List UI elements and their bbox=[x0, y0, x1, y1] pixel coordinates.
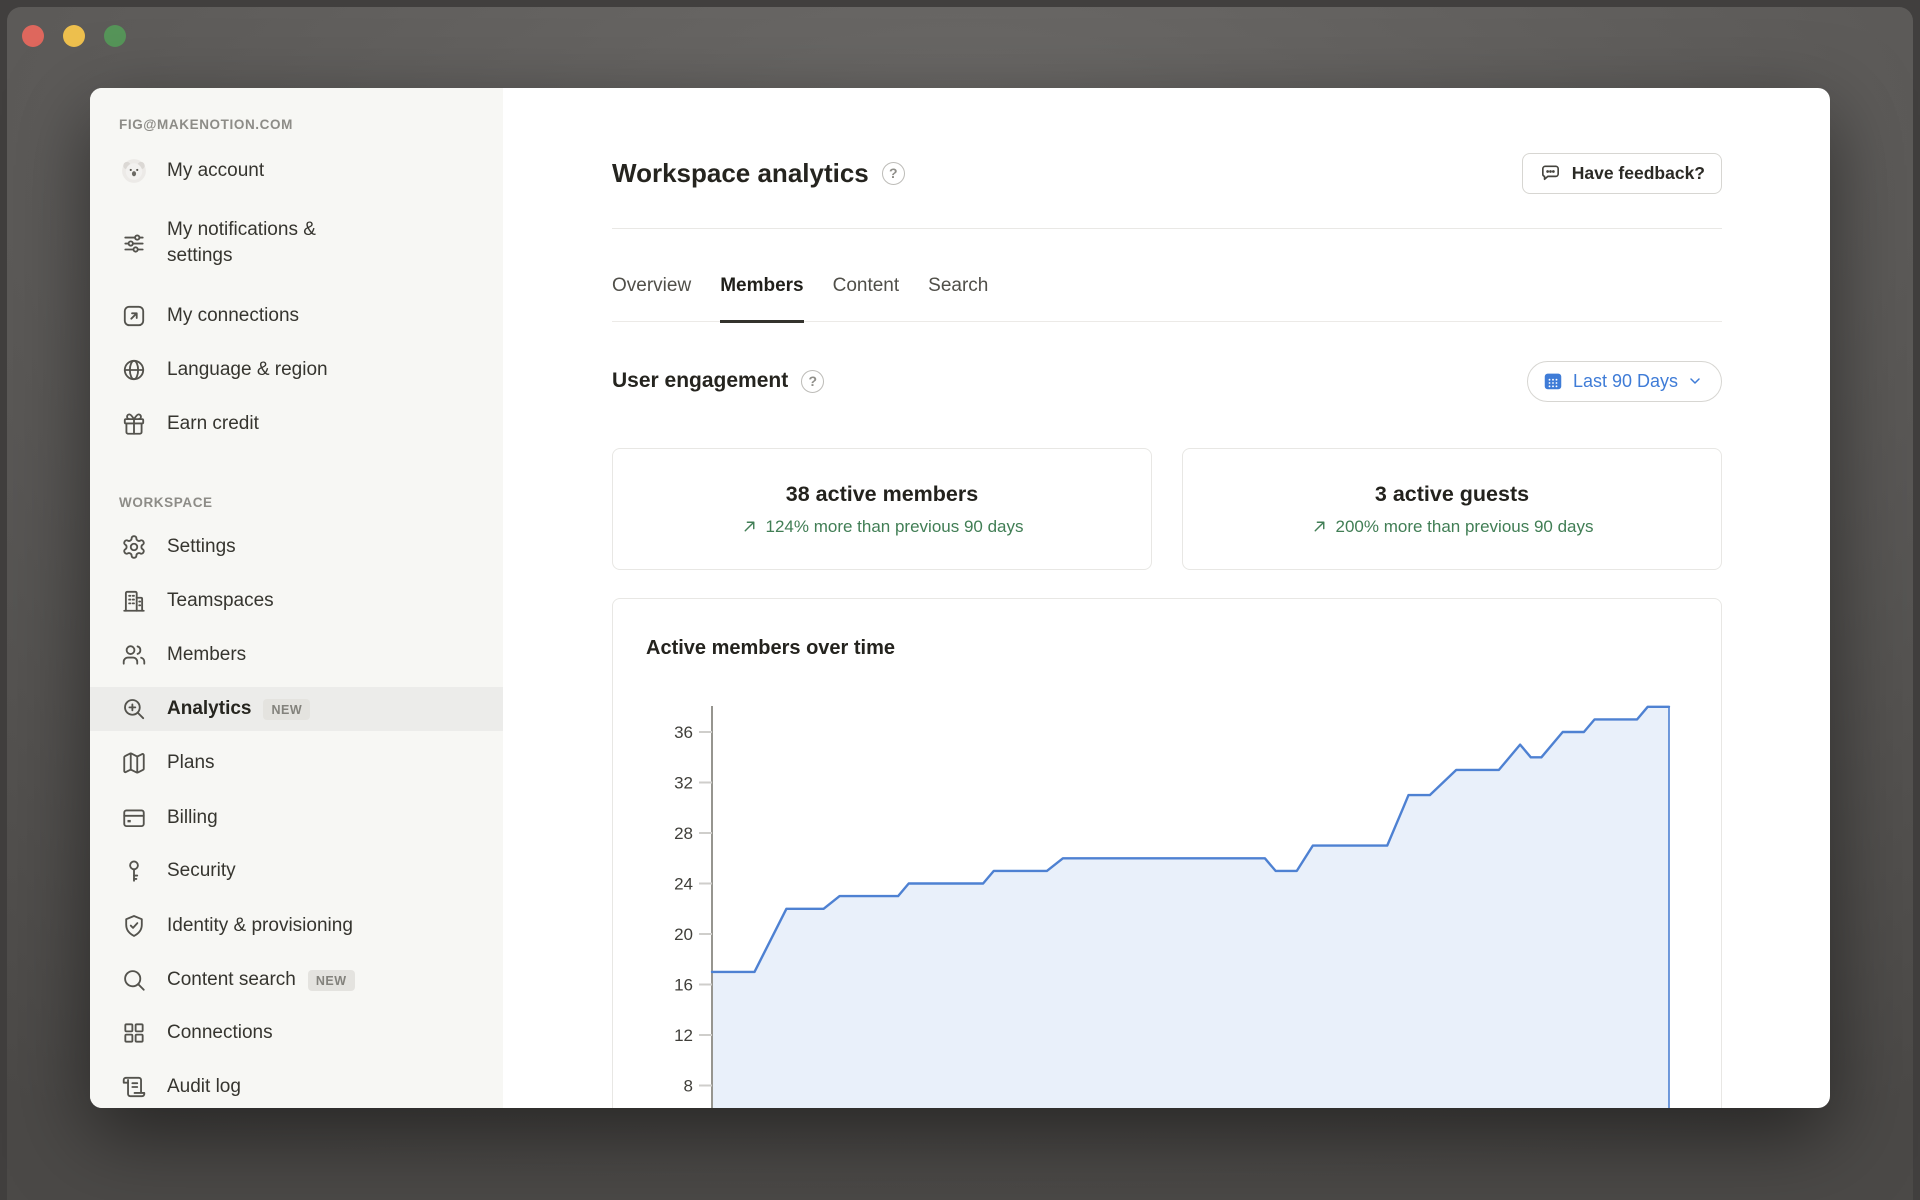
shield-check-icon bbox=[120, 913, 147, 940]
sidebar-item-billing[interactable]: Billing bbox=[90, 796, 503, 840]
sidebar-item-my-account[interactable]: My account bbox=[90, 149, 503, 193]
sidebar-item-label: Members bbox=[167, 644, 246, 666]
sidebar-item-label: My account bbox=[167, 160, 264, 182]
avatar-koala bbox=[120, 158, 147, 185]
help-icon[interactable]: ? bbox=[882, 162, 905, 185]
sidebar-item-label: Connections bbox=[167, 1022, 273, 1044]
globe-icon bbox=[120, 357, 147, 384]
sidebar-item-earn-credit[interactable]: Earn credit bbox=[90, 402, 503, 446]
svg-text:32: 32 bbox=[674, 774, 693, 793]
key-icon bbox=[120, 858, 147, 885]
trend-up-icon bbox=[741, 518, 758, 535]
sidebar-item-plans[interactable]: Plans bbox=[90, 741, 503, 785]
have-feedback-button[interactable]: Have feedback? bbox=[1522, 153, 1722, 194]
close-button[interactable] bbox=[22, 25, 44, 47]
sidebar-item-my-connections[interactable]: My connections bbox=[90, 294, 503, 338]
analytics-main-panel: Workspace analytics ? Have feedback? Ove… bbox=[503, 88, 1830, 1108]
active-members-card: 38 active members 124% more than previou… bbox=[612, 448, 1152, 570]
svg-text:16: 16 bbox=[674, 976, 693, 995]
svg-text:20: 20 bbox=[674, 925, 693, 944]
grid-icon bbox=[120, 1020, 147, 1047]
sidebar-item-label: Audit log bbox=[167, 1076, 241, 1098]
account-email: FIG@MAKENOTION.COM bbox=[119, 117, 293, 132]
scroll-icon bbox=[120, 1074, 147, 1101]
svg-text:28: 28 bbox=[674, 824, 693, 843]
stat-delta: 124% more than previous 90 days bbox=[766, 517, 1024, 537]
tab-overview[interactable]: Overview bbox=[612, 252, 691, 323]
tab-members[interactable]: Members bbox=[720, 252, 803, 323]
gift-icon bbox=[120, 411, 147, 438]
chart-title: Active members over time bbox=[646, 637, 895, 660]
svg-text:8: 8 bbox=[684, 1077, 693, 1096]
zoom-button[interactable] bbox=[104, 25, 126, 47]
sidebar-item-security[interactable]: Security bbox=[90, 849, 503, 893]
stat-value: 38 active members bbox=[786, 482, 978, 507]
sidebar-item-label: Identity & provisioning bbox=[167, 915, 353, 937]
sidebar-item-label: Language & region bbox=[167, 359, 328, 381]
section-title-user-engagement: User engagement bbox=[612, 369, 788, 393]
sidebar-item-members[interactable]: Members bbox=[90, 633, 503, 677]
header-divider bbox=[612, 228, 1722, 229]
svg-text:36: 36 bbox=[674, 723, 693, 742]
svg-text:24: 24 bbox=[674, 875, 693, 894]
have-feedback-label: Have feedback? bbox=[1572, 163, 1705, 184]
sidebar-item-label: Content search bbox=[167, 969, 296, 991]
stat-delta: 200% more than previous 90 days bbox=[1336, 517, 1594, 537]
tab-search[interactable]: Search bbox=[928, 252, 988, 323]
gear-icon bbox=[120, 534, 147, 561]
sidebar-item-identity-provisioning[interactable]: Identity & provisioning bbox=[90, 904, 503, 948]
sidebar-item-language-region[interactable]: Language & region bbox=[90, 348, 503, 392]
sidebar-item-label: My notifications & settings bbox=[167, 217, 379, 269]
sidebar-item-label: Plans bbox=[167, 752, 215, 774]
minimize-button[interactable] bbox=[63, 25, 85, 47]
people-icon bbox=[120, 642, 147, 669]
credit-card-icon bbox=[120, 805, 147, 832]
traffic-lights bbox=[22, 25, 126, 47]
sliders-icon bbox=[120, 230, 147, 257]
tab-content[interactable]: Content bbox=[833, 252, 900, 323]
sidebar-item-label: Security bbox=[167, 860, 236, 882]
chevron-down-icon bbox=[1687, 373, 1703, 389]
magnifier-plus-icon bbox=[120, 696, 147, 723]
analytics-tabs: Overview Members Content Search bbox=[612, 252, 1722, 322]
map-icon bbox=[120, 750, 147, 777]
magnifier-icon bbox=[120, 967, 147, 994]
sidebar-item-label: Billing bbox=[167, 807, 218, 829]
workspace-section-label: WORKSPACE bbox=[119, 495, 213, 510]
date-range-label: Last 90 Days bbox=[1573, 371, 1678, 392]
active-guests-card: 3 active guests 200% more than previous … bbox=[1182, 448, 1722, 570]
building-icon bbox=[120, 588, 147, 615]
screen: FIG@MAKENOTION.COM My account bbox=[0, 0, 1920, 1200]
sidebar-item-audit-log[interactable]: Audit log bbox=[90, 1065, 503, 1108]
help-icon[interactable]: ? bbox=[801, 370, 824, 393]
sidebar-item-label: My connections bbox=[167, 305, 299, 327]
page-title: Workspace analytics bbox=[612, 158, 869, 189]
sidebar-item-settings[interactable]: Settings bbox=[90, 525, 503, 569]
arrow-out-box-icon bbox=[120, 303, 147, 330]
sidebar-item-label: Settings bbox=[167, 536, 236, 558]
date-range-dropdown[interactable]: Last 90 Days bbox=[1527, 361, 1722, 402]
members-chart-plot: 36 32 28 24 20 16 12 8 bbox=[613, 691, 1723, 1108]
sidebar-item-analytics[interactable]: Analytics NEW bbox=[90, 687, 503, 731]
sidebar-item-notifications-settings[interactable]: My notifications & settings bbox=[90, 199, 503, 287]
sidebar-item-connections[interactable]: Connections bbox=[90, 1011, 503, 1055]
sidebar-item-teamspaces[interactable]: Teamspaces bbox=[90, 579, 503, 623]
sidebar-item-label: Earn credit bbox=[167, 413, 259, 435]
speech-bubble-icon bbox=[1539, 162, 1562, 185]
sidebar-item-label: Analytics bbox=[167, 698, 251, 720]
new-badge: NEW bbox=[308, 970, 355, 991]
stat-cards: 38 active members 124% more than previou… bbox=[612, 448, 1722, 570]
calendar-icon bbox=[1542, 370, 1564, 392]
settings-sidebar: FIG@MAKENOTION.COM My account bbox=[90, 88, 503, 1108]
members-over-time-card: Active members over time 36 32 28 24 20 16 12 8 bbox=[612, 598, 1722, 1108]
sidebar-item-label: Teamspaces bbox=[167, 590, 274, 612]
sidebar-item-content-search[interactable]: Content search NEW bbox=[90, 958, 503, 1002]
trend-up-icon bbox=[1311, 518, 1328, 535]
new-badge: NEW bbox=[263, 699, 310, 720]
stat-value: 3 active guests bbox=[1375, 482, 1529, 507]
svg-text:12: 12 bbox=[674, 1026, 693, 1045]
settings-dialog: FIG@MAKENOTION.COM My account bbox=[90, 88, 1830, 1108]
